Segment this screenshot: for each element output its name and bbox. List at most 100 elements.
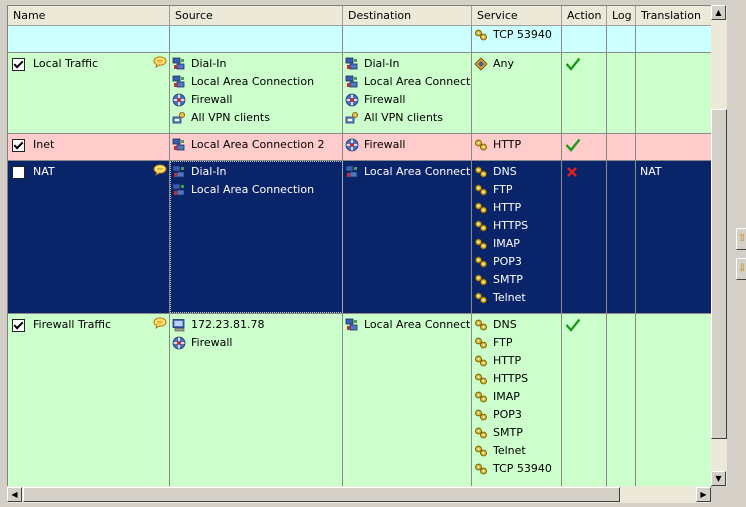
destination-item[interactable]: Firewall: [343, 91, 471, 109]
rule-cell-name[interactable]: Local Traffic: [8, 53, 170, 133]
source-item[interactable]: Local Area Connection: [170, 181, 342, 199]
rule-cell-translation[interactable]: NAT: [636, 161, 712, 313]
service-item[interactable]: HTTPS: [472, 217, 561, 235]
vertical-scrollbar[interactable]: ▲ ▼: [711, 5, 727, 486]
rule-cell-name[interactable]: NAT: [8, 161, 170, 313]
service-item[interactable]: DNS: [472, 163, 561, 181]
rule-cell-service[interactable]: DNS FTP HTTP HTTPS IMAP POP3 SMTP Telnet TCP 539…: [472, 314, 562, 486]
service-item[interactable]: Any: [472, 55, 561, 73]
rule-row-inet[interactable]: Inet Local Area Connection 2 Firewall HTTP: [8, 134, 712, 161]
rule-cell-source[interactable]: Local Area Connection 2: [170, 134, 343, 160]
allow-icon[interactable]: [562, 316, 606, 334]
rule-enabled-checkbox[interactable]: [12, 165, 25, 179]
rule-cell-translation[interactable]: [636, 314, 712, 486]
rule-cell-log[interactable]: [607, 134, 636, 160]
rule-cell-log[interactable]: [607, 314, 636, 486]
rule-cell-translation[interactable]: [636, 134, 712, 160]
scroll-left-button[interactable]: ◀: [7, 487, 22, 502]
rule-cell-service[interactable]: DNS FTP HTTP HTTPS IMAP POP3 SMTP Telnet: [472, 161, 562, 313]
column-header-service[interactable]: Service: [472, 6, 562, 25]
service-item[interactable]: FTP: [472, 334, 561, 352]
column-header-destination[interactable]: Destination: [343, 6, 472, 25]
service-item[interactable]: HTTPS: [472, 370, 561, 388]
rule-cell-log[interactable]: [607, 161, 636, 313]
rule-cell-translation[interactable]: [636, 53, 712, 133]
destination-item[interactable]: Firewall: [343, 136, 471, 154]
rule-cell-service[interactable]: TCP 53940: [472, 26, 562, 52]
rule-cell-source[interactable]: 172.23.81.78 Firewall: [170, 314, 343, 486]
service-item[interactable]: FTP: [472, 181, 561, 199]
destination-item[interactable]: Dial-In: [343, 55, 471, 73]
rule-row-nat[interactable]: NAT Dial-In Local Area Connection Local Are…: [8, 161, 712, 314]
rule-cell-name[interactable]: Inet: [8, 134, 170, 160]
service-item[interactable]: IMAP: [472, 388, 561, 406]
rule-cell-name[interactable]: [8, 26, 170, 52]
service-item[interactable]: HTTP: [472, 136, 561, 154]
service-item[interactable]: POP3: [472, 406, 561, 424]
source-item[interactable]: 172.23.81.78: [170, 316, 342, 334]
comment-icon[interactable]: [153, 56, 167, 69]
column-header-action[interactable]: Action: [562, 6, 607, 25]
rule-cell-log[interactable]: [607, 53, 636, 133]
allow-icon[interactable]: [562, 55, 606, 73]
rule-cell-destination[interactable]: Local Area Connection: [343, 314, 472, 486]
column-header-source[interactable]: Source: [170, 6, 343, 25]
source-item[interactable]: Local Area Connection: [170, 73, 342, 91]
rule-cell-service[interactable]: Any: [472, 53, 562, 133]
deny-icon[interactable]: [562, 163, 606, 181]
rule-enabled-checkbox[interactable]: [12, 138, 25, 152]
service-item[interactable]: SMTP: [472, 424, 561, 442]
column-header-name[interactable]: Name: [8, 6, 170, 25]
service-item[interactable]: POP3: [472, 253, 561, 271]
rule-cell-action[interactable]: [562, 161, 607, 313]
source-item[interactable]: Dial-In: [170, 55, 342, 73]
rule-row-firewall-traffic[interactable]: Firewall Traffic 172.23.81.78 Firewall Loca…: [8, 314, 712, 487]
service-item[interactable]: HTTP: [472, 199, 561, 217]
service-item[interactable]: DNS: [472, 316, 561, 334]
comment-icon[interactable]: [153, 317, 167, 330]
column-header-translation[interactable]: Translation: [636, 6, 712, 25]
move-down-button[interactable]: ⇩: [736, 258, 746, 280]
scroll-right-button[interactable]: ▶: [696, 487, 711, 502]
source-item[interactable]: Dial-In: [170, 163, 342, 181]
service-item[interactable]: TCP 53940: [472, 26, 561, 44]
rule-cell-translation[interactable]: [636, 26, 712, 52]
service-item[interactable]: Telnet: [472, 289, 561, 307]
source-item[interactable]: Firewall: [170, 334, 342, 352]
rule-enabled-checkbox[interactable]: [12, 57, 25, 71]
column-header-log[interactable]: Log: [607, 6, 636, 25]
rule-cell-source[interactable]: Dial-In Local Area Connection: [170, 161, 343, 313]
destination-item[interactable]: Local Area Connection: [343, 163, 471, 181]
rule-cell-destination[interactable]: Dial-In Local Area Connection Firewall All …: [343, 53, 472, 133]
rule-enabled-checkbox[interactable]: [12, 318, 25, 332]
service-item[interactable]: TCP 53940: [472, 460, 561, 478]
service-item[interactable]: HTTP: [472, 352, 561, 370]
rule-cell-action[interactable]: [562, 26, 607, 52]
destination-item[interactable]: Local Area Connection: [343, 73, 471, 91]
rule-cell-action[interactable]: [562, 314, 607, 486]
service-item[interactable]: Telnet: [472, 442, 561, 460]
move-up-button[interactable]: ⇧: [736, 228, 746, 250]
destination-item[interactable]: All VPN clients: [343, 109, 471, 127]
allow-icon[interactable]: [562, 136, 606, 154]
rule-row-local-traffic[interactable]: Local Traffic Dial-In Local Area Connectio…: [8, 53, 712, 134]
horizontal-scrollbar[interactable]: ◀ ▶: [7, 486, 711, 503]
scroll-up-button[interactable]: ▲: [711, 5, 726, 20]
service-item[interactable]: IMAP: [472, 235, 561, 253]
source-item[interactable]: Local Area Connection 2: [170, 136, 342, 154]
rule-cell-action[interactable]: [562, 134, 607, 160]
service-item[interactable]: SMTP: [472, 271, 561, 289]
rule-cell-name[interactable]: Firewall Traffic: [8, 314, 170, 486]
rule-cell-destination[interactable]: Firewall: [343, 134, 472, 160]
rule-cell-source[interactable]: Dial-In Local Area Connection Firewall All …: [170, 53, 343, 133]
horizontal-scroll-thumb[interactable]: [23, 487, 620, 502]
rule-cell-destination[interactable]: [343, 26, 472, 52]
rule-row-partial[interactable]: TCP 53940: [8, 26, 712, 53]
rule-cell-action[interactable]: [562, 53, 607, 133]
source-item[interactable]: Firewall: [170, 91, 342, 109]
vertical-scroll-thumb[interactable]: [711, 109, 727, 439]
rule-cell-service[interactable]: HTTP: [472, 134, 562, 160]
rule-cell-source[interactable]: [170, 26, 343, 52]
destination-item[interactable]: Local Area Connection: [343, 316, 471, 334]
rule-cell-destination[interactable]: Local Area Connection: [343, 161, 472, 313]
